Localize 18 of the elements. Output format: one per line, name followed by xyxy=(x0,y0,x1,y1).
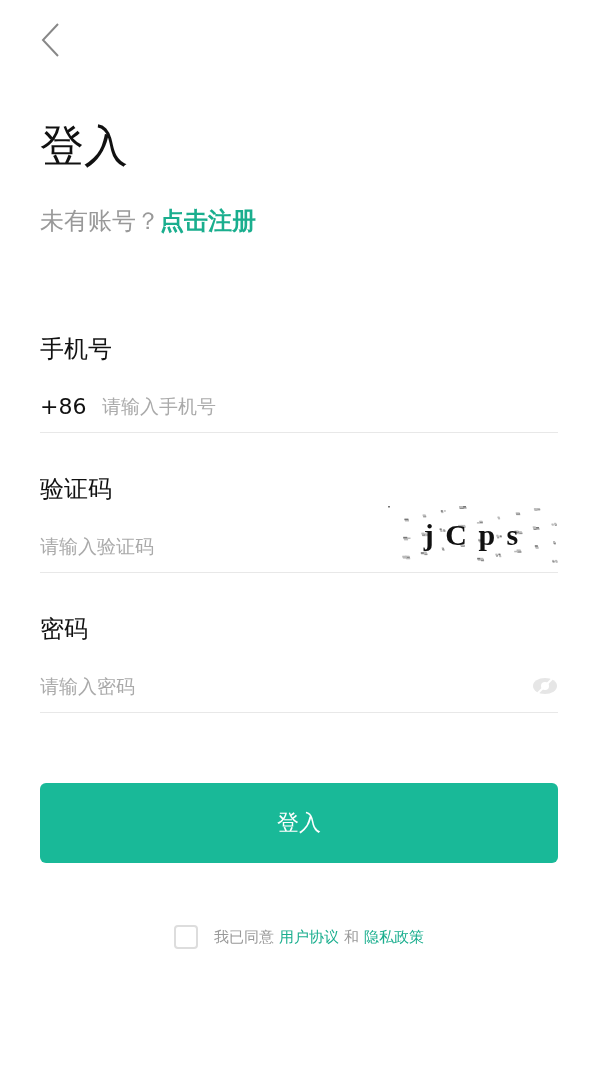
login-button[interactable]: 登入 xyxy=(40,782,558,863)
terms-link[interactable]: 用户协议 xyxy=(279,927,340,946)
back-icon[interactable] xyxy=(40,22,62,58)
country-code: +86 xyxy=(40,392,87,421)
agreement-text: 我已同意 用户协议 和 隐私政策 xyxy=(214,926,424,948)
captcha-image[interactable]: j C p s xyxy=(386,503,558,566)
input-field[interactable]: 请输入手机号 xyxy=(102,392,558,421)
field-label: 手机号 xyxy=(40,333,113,365)
page-title: 登入 xyxy=(40,120,129,173)
privacy-link[interactable]: 隐私政策 xyxy=(363,927,424,946)
field-label: 密码 xyxy=(40,613,89,645)
agree-checkbox[interactable] xyxy=(174,924,199,949)
signup-prompt: 未有账号？ xyxy=(40,205,160,237)
input-field[interactable]: 请输入验证码 xyxy=(40,532,386,561)
eye-hidden-icon[interactable] xyxy=(532,677,558,696)
input-field[interactable]: 请输入密码 xyxy=(40,672,532,701)
signup-link[interactable]: 点击注册 xyxy=(160,202,256,239)
field-label: 验证码 xyxy=(40,473,113,505)
